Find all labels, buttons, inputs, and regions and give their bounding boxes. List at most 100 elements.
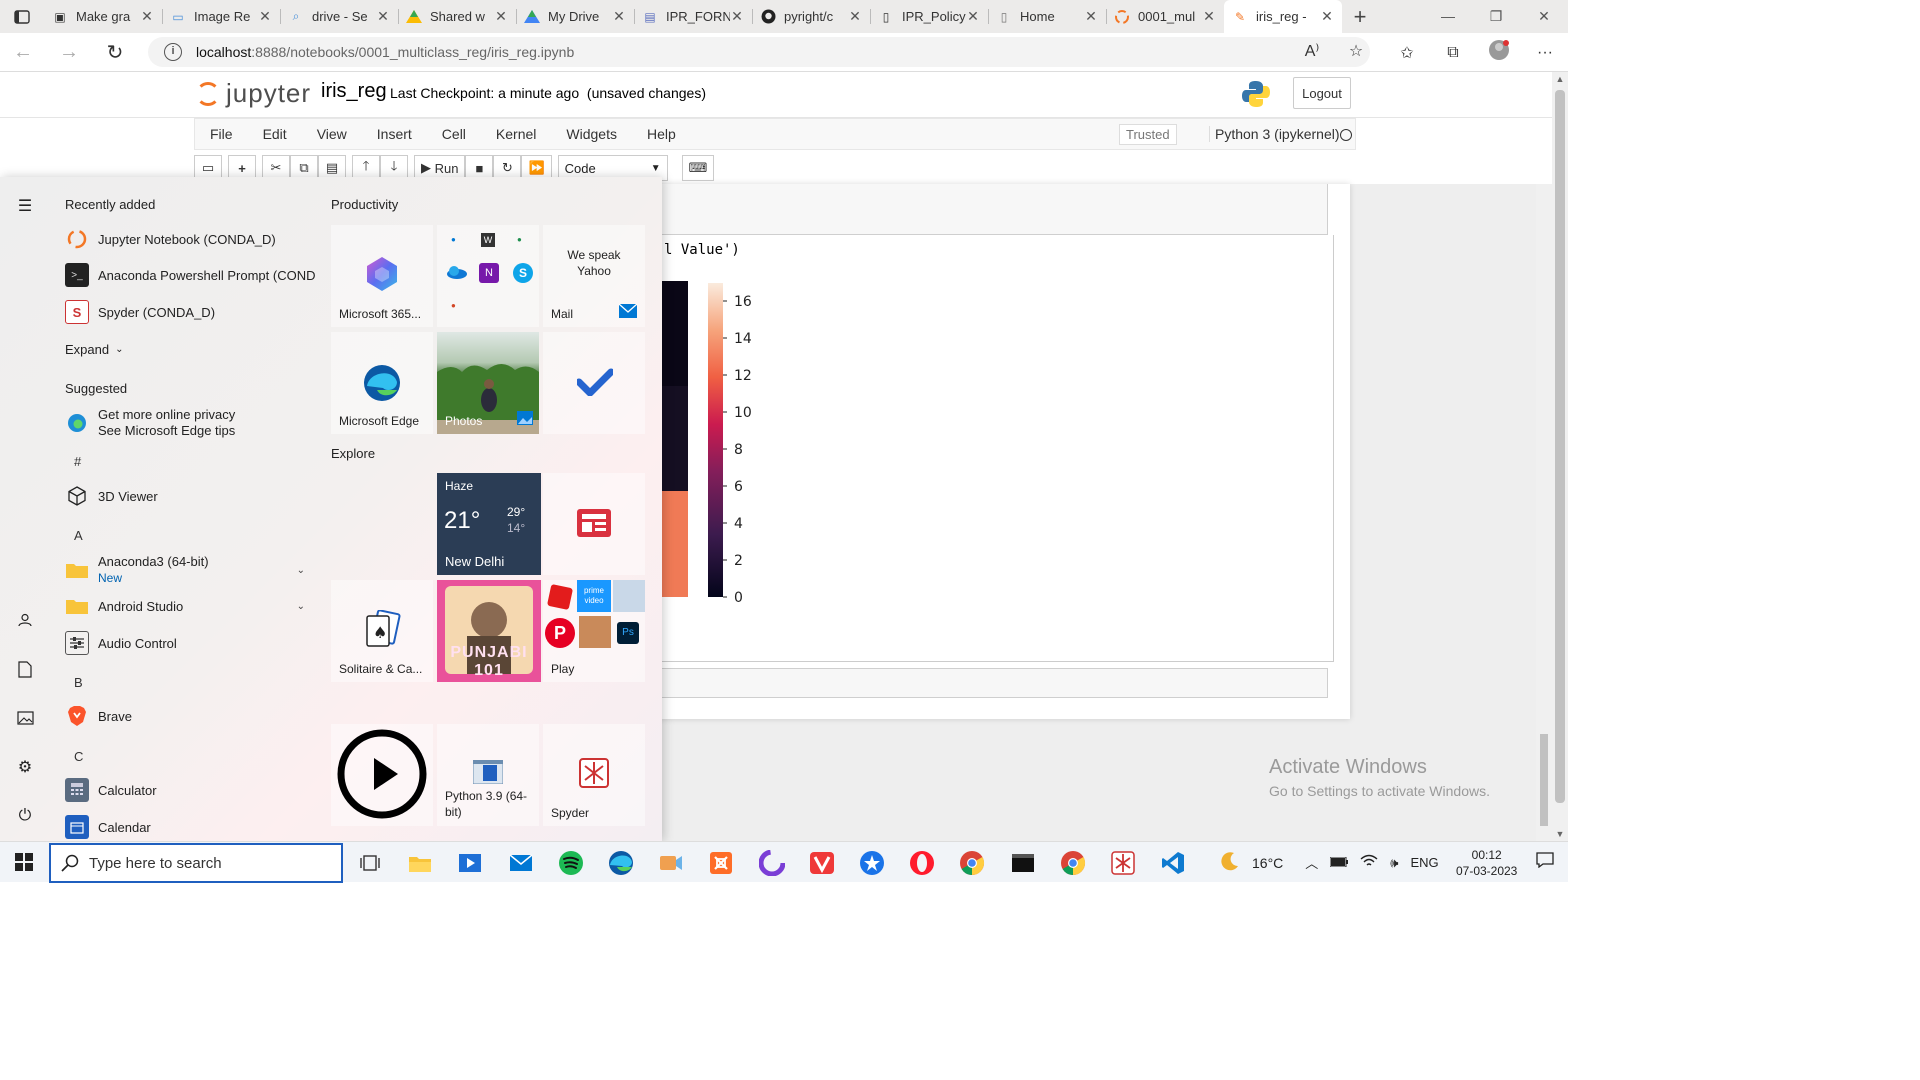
close-tab-icon[interactable]: ✕ — [612, 8, 626, 25]
spotify-icon[interactable] — [546, 842, 596, 883]
notebook-scrollbar[interactable] — [1536, 184, 1552, 841]
tile-media-player[interactable] — [331, 724, 433, 826]
menu-insert[interactable]: Insert — [362, 126, 427, 142]
app-calculator[interactable]: Calculator — [65, 773, 315, 807]
tile-play-folder[interactable]: prime video P Ps Play — [543, 580, 645, 682]
keyboard-icon[interactable]: ⌨ — [681, 155, 715, 181]
vscode-icon[interactable] — [1148, 842, 1198, 883]
favorites-icon[interactable]: ✩ — [1384, 43, 1430, 63]
vivaldi-icon[interactable] — [797, 842, 847, 883]
close-tab-icon[interactable]: ✕ — [258, 8, 272, 25]
scrollbar-thumb[interactable] — [1540, 734, 1548, 826]
letter-header[interactable]: # — [74, 454, 81, 469]
toolbox-icon[interactable] — [696, 842, 746, 883]
browser-tab[interactable]: 0001_mul ✕ — [1106, 0, 1224, 33]
battery-icon[interactable] — [1324, 855, 1354, 870]
pictures-icon[interactable] — [14, 707, 36, 729]
menu-help[interactable]: Help — [632, 126, 691, 142]
settings-gear-icon[interactable]: ⚙ — [14, 756, 36, 778]
documents-icon[interactable] — [14, 658, 36, 680]
taskbar-search[interactable] — [49, 843, 343, 883]
tile-spotify[interactable]: PUNJABI 101 — [437, 580, 541, 682]
menu-view[interactable]: View — [302, 126, 362, 142]
tile-office-group[interactable]: ● W ● N S ● — [437, 225, 539, 327]
search-input[interactable] — [89, 854, 329, 872]
language-indicator[interactable]: ENG — [1405, 855, 1445, 870]
media-app-icon[interactable] — [445, 842, 495, 883]
logout-button[interactable]: Logout — [1293, 77, 1351, 109]
minimize-icon[interactable]: — — [1424, 8, 1472, 25]
notebook-name[interactable]: iris_reg — [321, 80, 387, 103]
tile-microsoft-edge[interactable]: Microsoft Edge — [331, 332, 433, 434]
site-info-icon[interactable]: i — [164, 43, 182, 61]
tray-weather[interactable]: 16°C — [1246, 855, 1289, 871]
close-tab-icon[interactable]: ✕ — [730, 8, 744, 25]
spyder-icon[interactable] — [1098, 842, 1148, 883]
browser-tab[interactable]: ▯ Home ✕ — [988, 0, 1106, 33]
tab-actions-icon[interactable] — [0, 0, 44, 33]
windows-start-button[interactable] — [0, 842, 48, 883]
scrollbar-thumb[interactable] — [1555, 90, 1565, 803]
tile-news[interactable] — [543, 473, 645, 575]
letter-header[interactable]: C — [74, 749, 83, 764]
hamburger-menu-icon[interactable]: ☰ — [14, 195, 36, 217]
close-tab-icon[interactable]: ✕ — [1320, 8, 1334, 25]
tile-weather[interactable]: Haze 21° 29° 14° New Delhi — [437, 473, 541, 575]
clock[interactable]: 00:12 07-03-2023 — [1451, 847, 1523, 879]
tile-solitaire[interactable]: ♠ Solitaire & Ca... — [331, 580, 433, 682]
close-window-icon[interactable]: ✕ — [1520, 8, 1568, 25]
app-folder-anaconda[interactable]: Anaconda3 (64-bit) New ⌄ — [65, 552, 315, 588]
browser-tab[interactable]: ⌕ drive - Se ✕ — [280, 0, 398, 33]
browser-tab[interactable]: pyright/c ✕ — [752, 0, 870, 33]
url-field[interactable]: i localhost:8888/notebooks/0001_multicla… — [148, 37, 1370, 67]
browser-tab[interactable]: My Drive ✕ — [516, 0, 634, 33]
app-folder-android-studio[interactable]: Android Studio ⌄ — [65, 589, 315, 623]
user-icon[interactable] — [14, 609, 36, 631]
terminal-icon[interactable] — [997, 842, 1047, 883]
opera-icon[interactable] — [897, 842, 947, 883]
app-jupyter-notebook[interactable]: Jupyter Notebook (CONDA_D) — [65, 222, 315, 256]
file-explorer-icon[interactable] — [395, 842, 445, 883]
menu-file[interactable]: File — [195, 126, 248, 142]
app-3d-viewer[interactable]: 3D Viewer — [65, 479, 315, 513]
task-view-icon[interactable] — [345, 842, 395, 883]
add-favorite-icon[interactable]: ☆ — [1334, 37, 1378, 67]
app-audio-control[interactable]: Audio Control — [65, 626, 315, 660]
tile-photos[interactable]: Photos — [437, 332, 539, 434]
page-scrollbar[interactable]: ▲ ▼ — [1552, 72, 1568, 841]
cortana-icon[interactable] — [747, 842, 797, 883]
tile-spyder[interactable]: Spyder — [543, 724, 645, 826]
app-anaconda-powershell[interactable]: >_ Anaconda Powershell Prompt (COND... — [65, 258, 315, 292]
app-star-icon[interactable] — [847, 842, 897, 883]
menu-kernel[interactable]: Kernel — [481, 126, 551, 142]
wifi-icon[interactable] — [1354, 854, 1384, 871]
tile-microsoft-365[interactable]: Microsoft 365... — [331, 225, 433, 327]
restore-icon[interactable]: ❐ — [1472, 8, 1520, 25]
app-calendar[interactable]: Calendar — [65, 810, 315, 841]
profile-avatar[interactable] — [1476, 39, 1522, 66]
close-tab-icon[interactable]: ✕ — [494, 8, 508, 25]
close-tab-icon[interactable]: ✕ — [1084, 8, 1098, 25]
menu-cell[interactable]: Cell — [427, 126, 481, 142]
close-tab-icon[interactable]: ✕ — [376, 8, 390, 25]
back-icon[interactable]: ← — [0, 41, 46, 64]
expand-button[interactable]: Expand ⌄ — [65, 332, 145, 366]
menu-widgets[interactable]: Widgets — [551, 126, 632, 142]
trusted-badge[interactable]: Trusted — [1119, 124, 1177, 145]
refresh-icon[interactable]: ↻ — [92, 40, 138, 65]
power-icon[interactable]: ⏻ — [14, 805, 36, 827]
volume-icon[interactable]: 🕪 — [1384, 855, 1404, 871]
menu-edit[interactable]: Edit — [248, 126, 302, 142]
notifications-icon[interactable] — [1523, 852, 1567, 873]
close-tab-icon[interactable]: ✕ — [848, 8, 862, 25]
more-options-icon[interactable]: ··· — [1522, 44, 1568, 62]
browser-tab[interactable]: ▤ IPR_FORN ✕ — [634, 0, 752, 33]
browser-tab[interactable]: ▯ IPR_Policy ✕ — [870, 0, 988, 33]
weather-moon-icon[interactable] — [1214, 851, 1246, 874]
video-editor-icon[interactable] — [646, 842, 696, 883]
scroll-up-icon[interactable]: ▲ — [1552, 74, 1568, 84]
collections-icon[interactable]: ⧉ — [1430, 44, 1476, 62]
mail-icon[interactable] — [496, 842, 546, 883]
read-aloud-icon[interactable]: A⁾ — [1290, 37, 1334, 67]
forward-icon[interactable]: → — [46, 41, 92, 64]
